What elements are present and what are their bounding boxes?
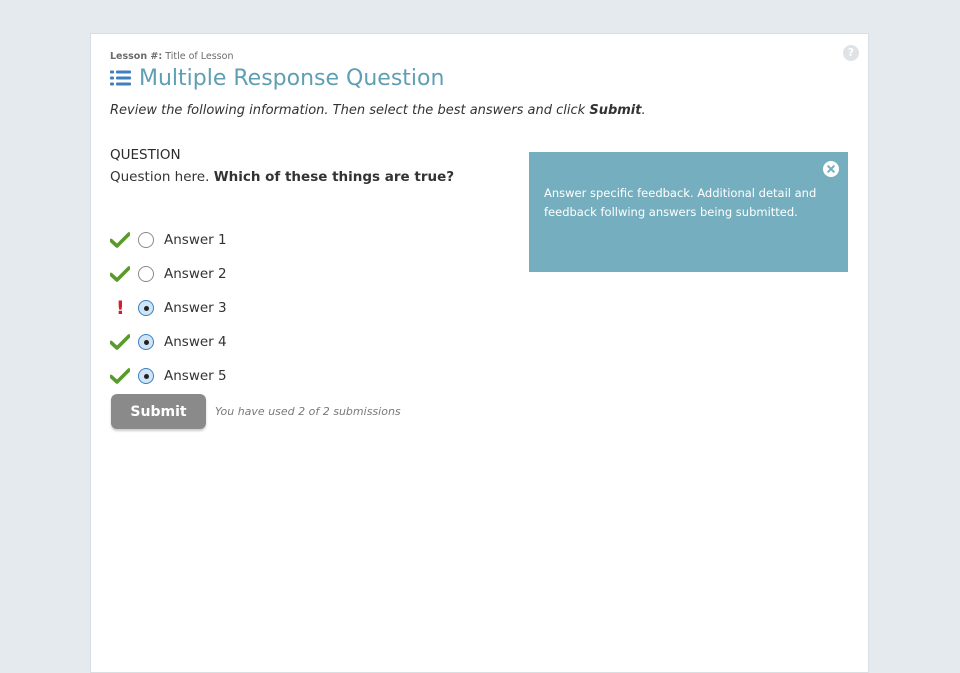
submit-button[interactable]: Submit — [111, 394, 206, 429]
answer-1-radio[interactable] — [138, 232, 154, 248]
close-icon[interactable] — [823, 161, 839, 177]
instructions-text: Review the following information. Then s… — [110, 103, 590, 118]
check-icon — [110, 331, 132, 353]
answer-option-5[interactable]: Answer 5 — [110, 359, 227, 393]
question-body: Question here. — [110, 169, 214, 185]
answer-option-1[interactable]: Answer 1 — [110, 223, 227, 257]
check-icon — [110, 365, 132, 387]
answer-4-radio[interactable] — [138, 334, 154, 350]
title-row: Multiple Response Question — [110, 64, 444, 92]
check-icon — [110, 263, 132, 285]
submit-row: Submit You have used 2 of 2 submissions — [111, 394, 401, 429]
answer-5-label[interactable]: Answer 5 — [164, 368, 227, 384]
lesson-breadcrumb: Lesson #: Title of Lesson — [110, 51, 233, 62]
answer-2-label[interactable]: Answer 2 — [164, 266, 227, 282]
lesson-title: Title of Lesson — [165, 51, 234, 62]
exclamation-icon: ! — [116, 296, 125, 319]
check-icon — [110, 229, 132, 251]
answer-3-radio[interactable] — [138, 300, 154, 316]
feedback-panel: Answer specific feedback. Additional det… — [529, 152, 848, 272]
answer-2-radio[interactable] — [138, 266, 154, 282]
list-icon — [110, 70, 131, 86]
answer-1-label[interactable]: Answer 1 — [164, 232, 227, 248]
instructions: Review the following information. Then s… — [110, 103, 646, 118]
answer-option-2[interactable]: Answer 2 — [110, 257, 227, 291]
answer-option-3[interactable]: ! Answer 3 — [110, 291, 227, 325]
instructions-emphasis: Submit — [589, 103, 642, 118]
answer-4-label[interactable]: Answer 4 — [164, 334, 227, 350]
help-icon[interactable]: ? — [843, 45, 859, 61]
answer-option-4[interactable]: Answer 4 — [110, 325, 227, 359]
question-text: Question here. Which of these things are… — [110, 169, 454, 185]
lesson-card: ? Lesson #: Title of Lesson Multiple Res… — [90, 33, 869, 673]
lesson-number-label: Lesson #: — [110, 51, 163, 62]
instructions-suffix: . — [641, 103, 646, 118]
question-heading: QUESTION — [110, 147, 181, 163]
answer-3-label[interactable]: Answer 3 — [164, 300, 227, 316]
answer-5-radio[interactable] — [138, 368, 154, 384]
submissions-count-text: You have used 2 of 2 submissions — [215, 405, 401, 418]
answer-list: Answer 1 Answer 2 ! Answer 3 Answer 4 An… — [110, 223, 227, 393]
feedback-text: Answer specific feedback. Additional det… — [544, 186, 817, 219]
question-prompt: Which of these things are true? — [213, 169, 455, 185]
page-title: Multiple Response Question — [139, 65, 445, 91]
